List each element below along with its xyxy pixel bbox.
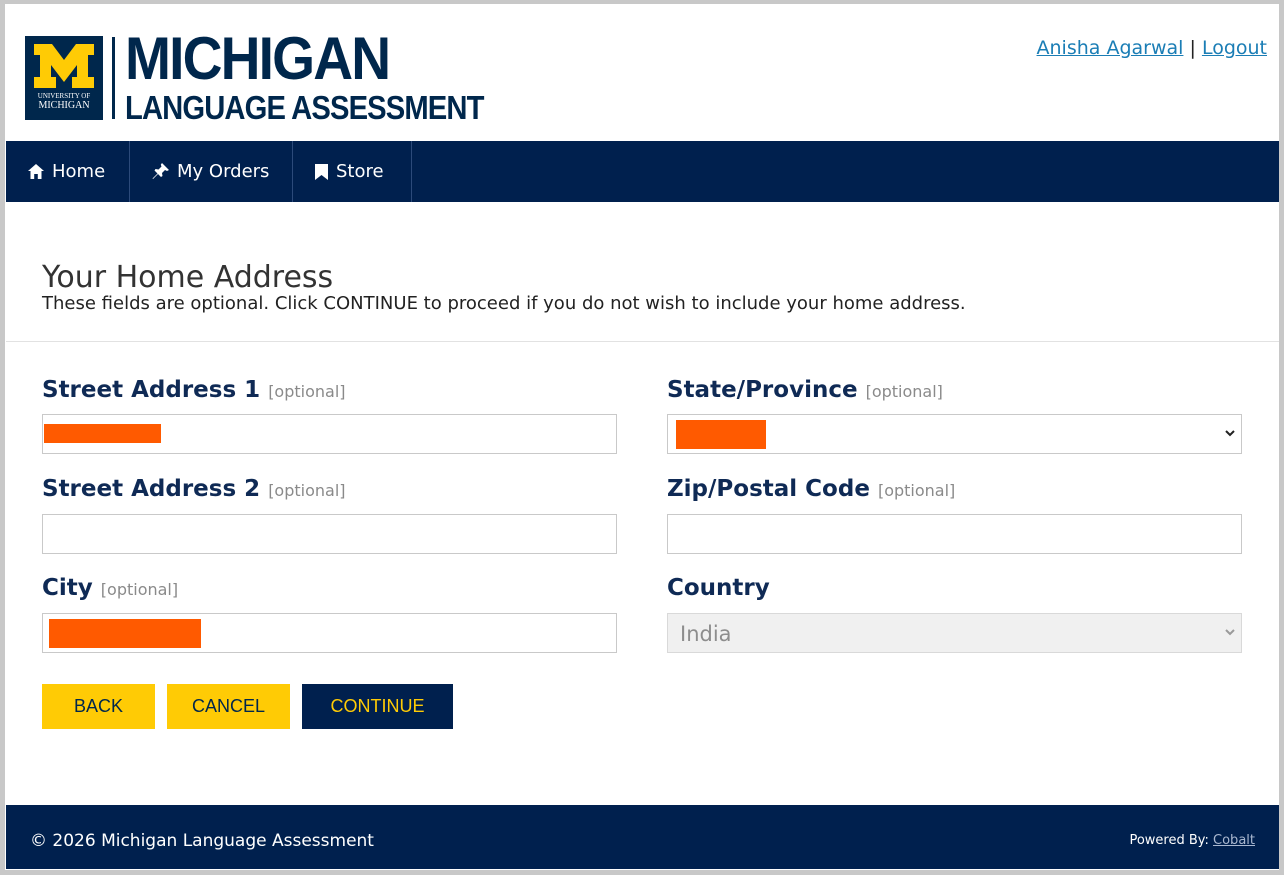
city-input[interactable] (42, 613, 617, 653)
street-address-1-label-text: Street Address 1 (42, 377, 261, 403)
nav-item-store[interactable]: Store (293, 141, 412, 202)
chevron-down-icon (1225, 430, 1235, 437)
state-province-label: State/Province [optional] (667, 377, 943, 403)
link-separator: | (1189, 37, 1196, 59)
powered-by: Powered By: Cobalt (1129, 833, 1255, 848)
street-address-1-input[interactable] (42, 414, 617, 454)
home-icon (28, 164, 44, 179)
cobalt-link[interactable]: Cobalt (1213, 833, 1255, 848)
optional-tag: [optional] (268, 481, 346, 500)
street-address-2-input[interactable] (42, 514, 617, 554)
powered-by-label: Powered By: (1129, 833, 1209, 848)
street-address-2-label-text: Street Address 2 (42, 476, 261, 502)
section-divider (6, 341, 1279, 342)
block-m-seal: UNIVERSITY OF MICHIGAN (25, 36, 103, 120)
chevron-down-icon (1225, 629, 1235, 636)
logo-title: MICHIGAN (125, 25, 391, 92)
nav-item-home[interactable]: Home (6, 141, 130, 202)
redacted-value (676, 420, 766, 449)
optional-tag: [optional] (268, 382, 346, 401)
back-button[interactable]: BACK (42, 684, 155, 729)
country-select: India (667, 613, 1242, 653)
optional-tag: [optional] (865, 382, 943, 401)
state-province-select[interactable] (667, 414, 1242, 454)
logo-subtitle: LANGUAGE ASSESSMENT (125, 89, 484, 126)
nav-label-store: Store (336, 161, 384, 182)
nav-label-home: Home (52, 161, 106, 182)
redacted-value (49, 619, 201, 648)
page-description: These fields are optional. Click CONTINU… (42, 293, 966, 314)
bookmark-icon (315, 163, 328, 180)
country-value: India (680, 622, 732, 646)
nav-label-my-orders: My Orders (177, 161, 270, 182)
cancel-button[interactable]: CANCEL (167, 684, 290, 729)
optional-tag: [optional] (877, 481, 956, 500)
block-m-icon (34, 44, 94, 88)
user-name-link[interactable]: Anisha Agarwal (1037, 37, 1184, 59)
optional-tag: [optional] (100, 580, 179, 599)
state-province-label-text: State/Province (667, 377, 858, 403)
street-address-1-label: Street Address 1 [optional] (42, 377, 346, 403)
nav-item-my-orders[interactable]: My Orders (130, 141, 293, 202)
city-label: City [optional] (42, 575, 178, 601)
zip-postal-input[interactable] (667, 514, 1242, 554)
street-address-2-label: Street Address 2 [optional] (42, 476, 346, 502)
user-links: Anisha Agarwal | Logout (1037, 37, 1267, 59)
redacted-value (44, 424, 161, 443)
page-title: Your Home Address (42, 260, 334, 296)
logo-divider (112, 37, 115, 119)
site-header: UNIVERSITY OF MICHIGAN MICHIGAN LANGUAGE… (6, 5, 1279, 141)
main-nav: Home My Orders Store (6, 141, 1279, 202)
seal-small-text: UNIVERSITY OF (37, 92, 91, 100)
zip-postal-label-text: Zip/Postal Code (667, 476, 870, 502)
copyright-text: © 2026 Michigan Language Assessment (30, 831, 374, 851)
seal-big-text: MICHIGAN (38, 100, 90, 111)
city-label-text: City (42, 575, 93, 601)
continue-button[interactable]: CONTINUE (302, 684, 453, 729)
country-label: Country (667, 575, 770, 601)
country-label-text: Country (667, 575, 770, 601)
logout-link[interactable]: Logout (1202, 37, 1267, 59)
site-footer: © 2026 Michigan Language Assessment Powe… (6, 805, 1279, 869)
pin-icon (152, 163, 169, 180)
zip-postal-label: Zip/Postal Code [optional] (667, 476, 955, 502)
